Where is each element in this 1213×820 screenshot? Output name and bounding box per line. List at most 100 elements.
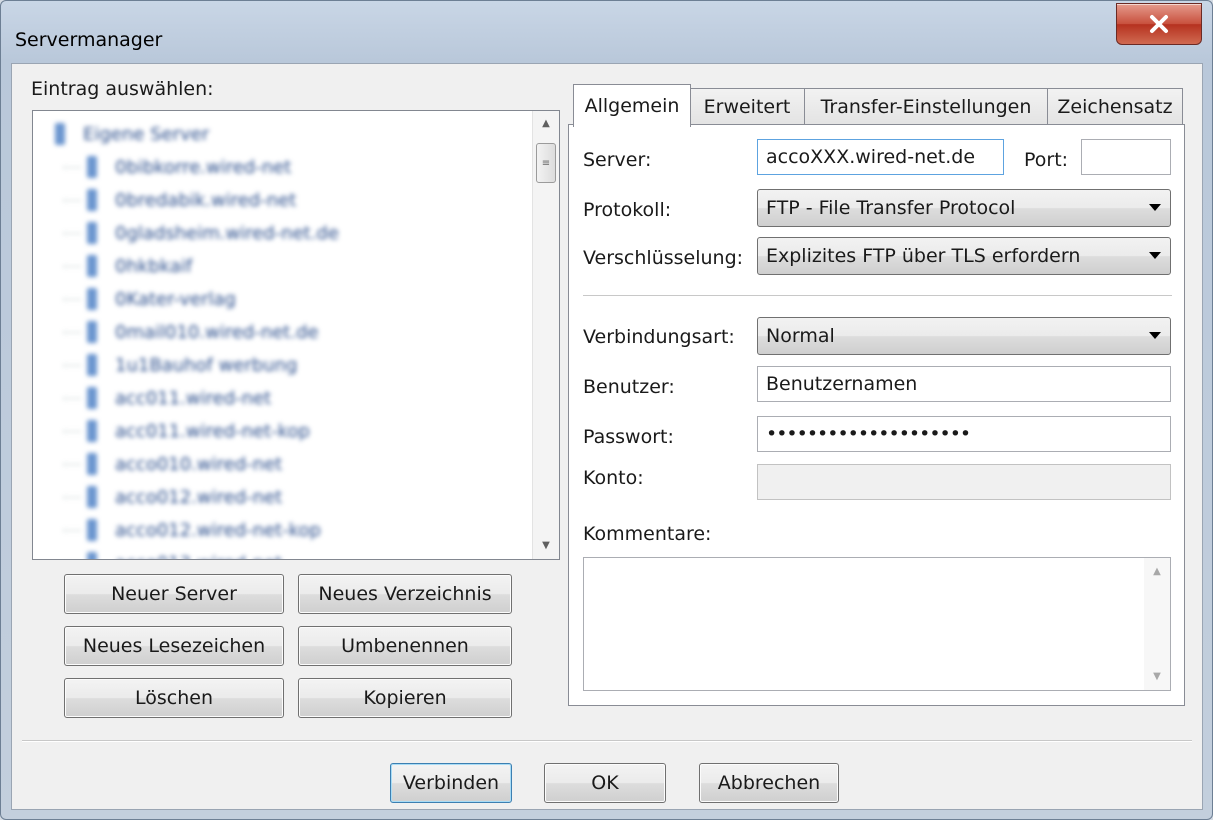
tree-item[interactable]: acco013.wired-net xyxy=(63,548,282,559)
tree-item[interactable]: 0bibkorre.wired-net xyxy=(63,152,291,182)
tree-item-label: 0bredabik.wired-net xyxy=(115,189,297,211)
ok-button[interactable]: OK xyxy=(544,763,666,803)
server-icon xyxy=(87,288,97,310)
tree-scrollbar[interactable]: ▲ ≡ ▼ xyxy=(532,111,559,559)
tree-item[interactable]: acc011.wired-net xyxy=(63,383,271,413)
tree-item[interactable]: 0hkbkaif xyxy=(63,251,192,281)
tree-connector xyxy=(63,298,81,300)
account-label: Konto: xyxy=(583,467,644,489)
comments-label: Kommentare: xyxy=(583,523,712,545)
tab-charset[interactable]: Zeichensatz xyxy=(1047,88,1183,125)
chevron-down-icon xyxy=(1149,252,1161,259)
tree-item-label: 0hkbkaif xyxy=(115,255,193,277)
tree-item-label: 1u1Bauhof werbung xyxy=(115,354,298,376)
tree-item[interactable]: acco012.wired-net-kop xyxy=(63,515,321,545)
tree-connector xyxy=(63,265,81,267)
tree-connector xyxy=(63,397,81,399)
tree-connector xyxy=(63,430,81,432)
server-icon xyxy=(87,255,97,277)
title-bar[interactable]: Servermanager xyxy=(1,1,1212,63)
tree-item[interactable]: 0bredabik.wired-net xyxy=(63,185,296,215)
account-input xyxy=(757,464,1171,500)
tree-item[interactable]: 0mail010.wired-net.de xyxy=(63,317,319,347)
protocol-value: FTP - File Transfer Protocol xyxy=(766,197,1016,219)
tree-connector xyxy=(63,529,81,531)
server-icon xyxy=(87,453,97,475)
scroll-down-icon[interactable]: ▼ xyxy=(1144,671,1170,682)
tree-item[interactable]: 0gladsheim.wired-net.de xyxy=(63,218,339,248)
tree-root-item[interactable]: Eigene Server xyxy=(55,119,209,149)
rename-button[interactable]: Umbenennen xyxy=(298,626,512,666)
window-title: Servermanager xyxy=(15,29,163,51)
tree-item[interactable]: acco010.wired-net xyxy=(63,449,282,479)
tree-items: Eigene Server 0bibkorre.wired-net 0bredabi… xyxy=(33,111,533,559)
footer-divider xyxy=(22,740,1192,742)
scroll-up-icon[interactable]: ▲ xyxy=(1144,566,1170,577)
tree-connector xyxy=(63,496,81,498)
new-folder-button[interactable]: Neues Verzeichnis xyxy=(298,574,512,614)
comments-textarea[interactable]: ▲ ▼ xyxy=(583,557,1171,691)
encryption-label: Verschlüsselung: xyxy=(583,247,744,269)
tree-item-label: 0bibkorre.wired-net xyxy=(115,156,292,178)
protocol-select[interactable]: FTP - File Transfer Protocol xyxy=(757,189,1171,227)
password-input[interactable]: •••••••••••••••••••• xyxy=(757,416,1171,452)
protocol-label: Protokoll: xyxy=(583,199,672,221)
new-server-button[interactable]: Neuer Server xyxy=(64,574,284,614)
encryption-value: Explizites FTP über TLS erfordern xyxy=(766,245,1081,267)
tree-item[interactable]: 1u1Bauhof werbung xyxy=(63,350,297,380)
port-label: Port: xyxy=(1024,149,1069,171)
connect-button[interactable]: Verbinden xyxy=(390,763,512,803)
tree-item-label: 0gladsheim.wired-net.de xyxy=(115,222,339,244)
tree-connector xyxy=(63,199,81,201)
tree-label: Eintrag auswählen: xyxy=(31,78,214,100)
server-icon xyxy=(87,321,97,343)
logon-type-value: Normal xyxy=(766,325,835,347)
close-button[interactable] xyxy=(1116,3,1202,45)
tree-connector xyxy=(63,331,81,333)
tab-advanced[interactable]: Erweitert xyxy=(689,88,805,125)
server-icon xyxy=(87,189,97,211)
user-label: Benutzer: xyxy=(583,376,675,398)
scroll-thumb[interactable]: ≡ xyxy=(536,143,556,183)
server-icon xyxy=(87,519,97,541)
server-input[interactable]: accoXXX.wired-net.de xyxy=(757,139,1004,175)
new-bookmark-button[interactable]: Neues Lesezeichen xyxy=(64,626,284,666)
scroll-down-icon[interactable]: ▼ xyxy=(533,535,559,557)
server-icon xyxy=(87,156,97,178)
chevron-down-icon xyxy=(1149,204,1161,211)
tab-transfer-settings[interactable]: Transfer-Einstellungen xyxy=(804,88,1048,125)
tree-item[interactable]: acco012.wired-net xyxy=(63,482,282,512)
tree-item-label: acc011.wired-net xyxy=(115,387,272,409)
tab-general[interactable]: Allgemein xyxy=(573,84,691,127)
tree-item[interactable]: acc011.wired-net-kop xyxy=(63,416,310,446)
server-icon xyxy=(87,420,97,442)
tree-connector xyxy=(63,364,81,366)
server-icon xyxy=(87,387,97,409)
tree-item-label: acco012.wired-net-kop xyxy=(115,519,321,541)
server-label: Server: xyxy=(583,149,652,171)
tree-connector xyxy=(63,232,81,234)
copy-button[interactable]: Kopieren xyxy=(298,678,512,718)
port-input[interactable] xyxy=(1081,139,1171,175)
encryption-select[interactable]: Explizites FTP über TLS erfordern xyxy=(757,237,1171,275)
logon-type-label: Verbindungsart: xyxy=(583,326,735,348)
cancel-button[interactable]: Abbrechen xyxy=(699,763,839,803)
server-icon xyxy=(87,486,97,508)
server-icon xyxy=(87,552,97,559)
scroll-up-icon[interactable]: ▲ xyxy=(533,113,559,135)
password-label: Passwort: xyxy=(583,426,674,448)
delete-button[interactable]: Löschen xyxy=(64,678,284,718)
user-input[interactable]: Benutzernamen xyxy=(757,366,1171,402)
servermanager-window: Servermanager Eintrag auswählen: Eigene … xyxy=(0,0,1213,820)
tree-item-label: acco010.wired-net xyxy=(115,453,283,475)
comments-scrollbar[interactable]: ▲ ▼ xyxy=(1144,558,1170,690)
tree-connector xyxy=(63,463,81,465)
logon-type-select[interactable]: Normal xyxy=(757,317,1171,355)
tree-item[interactable]: 0Kater-verlag xyxy=(63,284,236,314)
server-tree[interactable]: Eigene Server 0bibkorre.wired-net 0bredabi… xyxy=(32,110,560,560)
tree-item-label: acc011.wired-net-kop xyxy=(115,420,310,442)
tree-connector xyxy=(63,166,81,168)
tree-item-label: acco012.wired-net xyxy=(115,486,283,508)
tree-item-label: Eigene Server xyxy=(83,123,210,145)
server-icon xyxy=(87,354,97,376)
